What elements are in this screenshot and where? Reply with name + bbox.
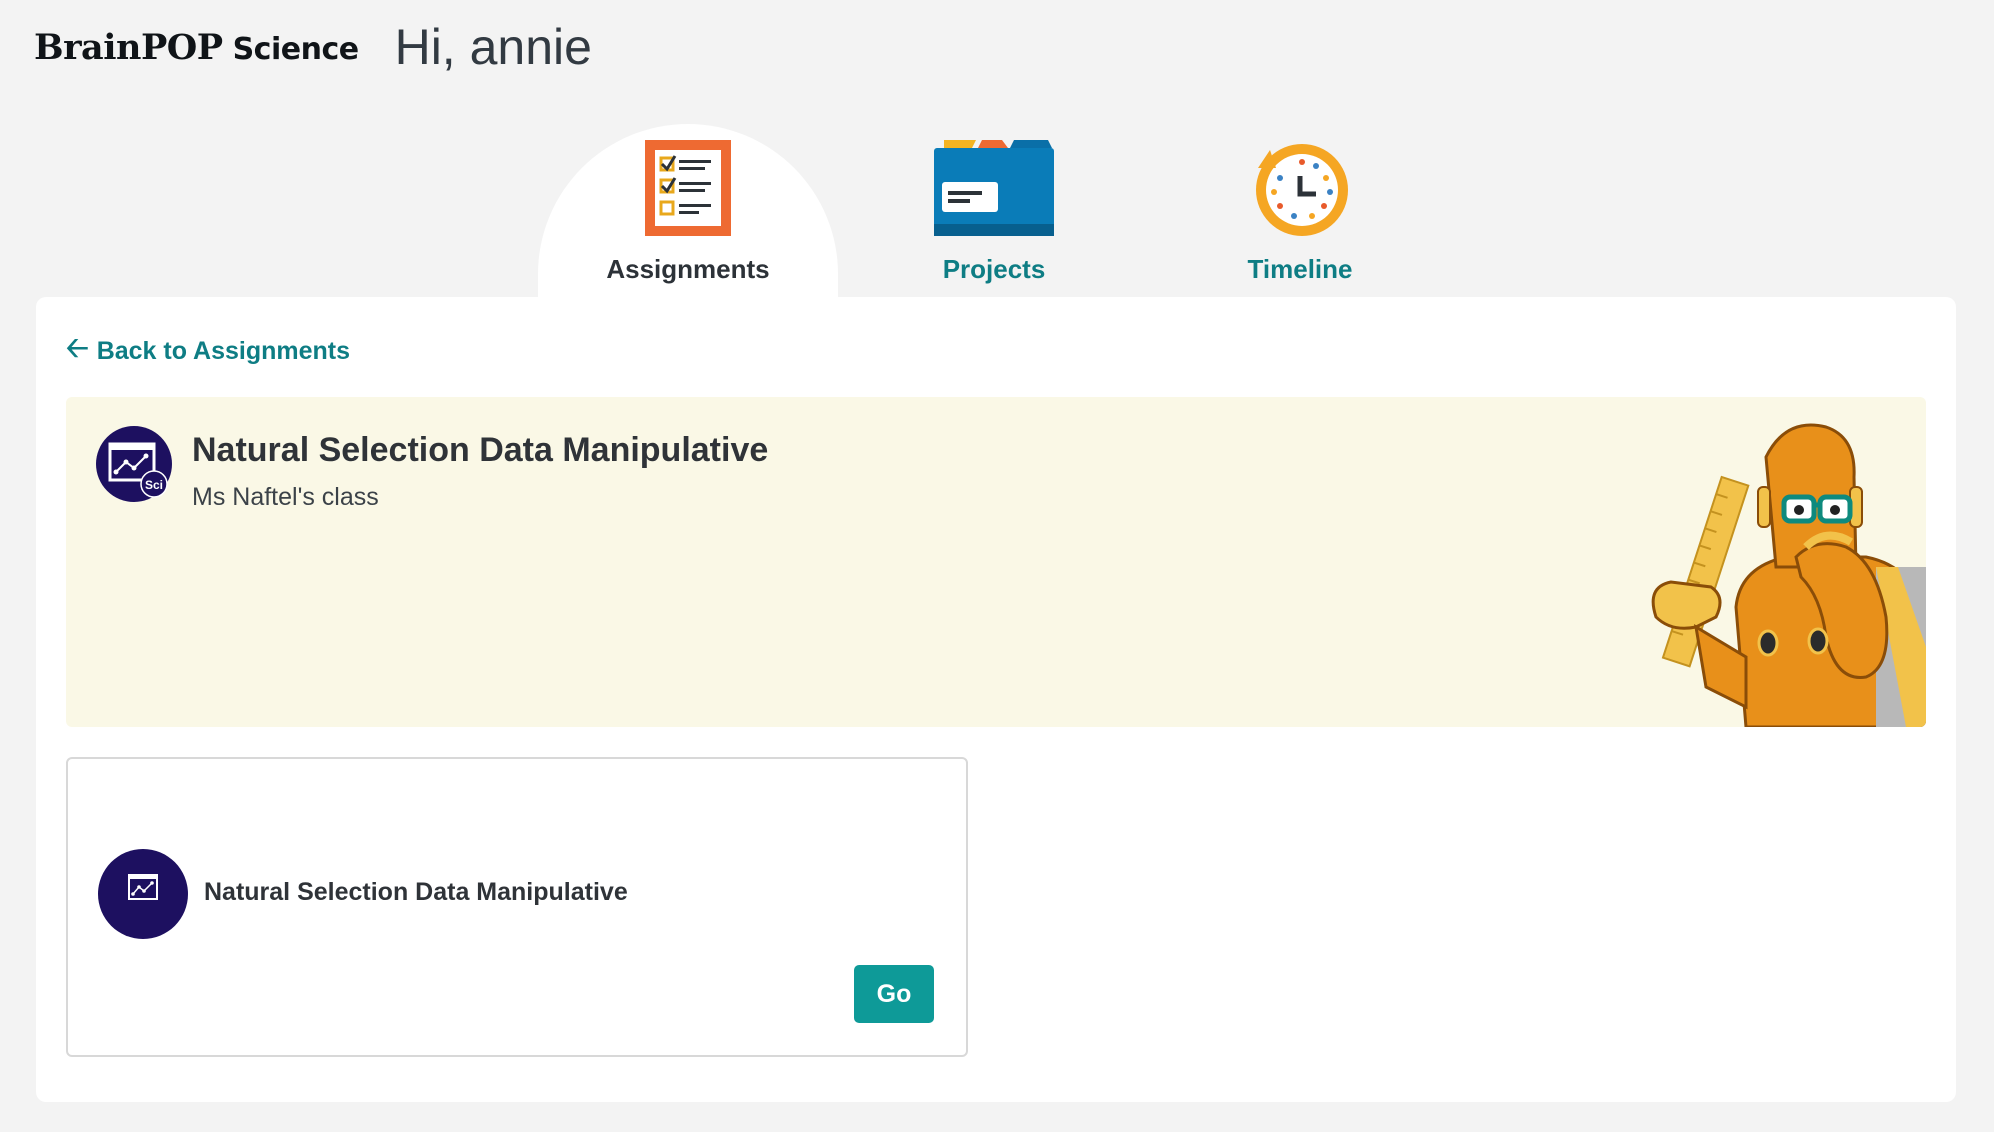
tab-label-timeline: Timeline <box>1247 254 1353 284</box>
tab-assignments[interactable]: Assignments <box>538 124 838 298</box>
back-to-assignments-link[interactable]: 🡠 Back to Assignments <box>66 327 350 375</box>
assignments-checklist-icon <box>645 140 731 236</box>
timeline-clock-icon <box>1256 144 1348 236</box>
sci-badge-label: Sci <box>145 478 163 492</box>
assignment-banner: Sci Natural Selection Data Manipulative … <box>66 397 1926 727</box>
class-name: Ms Naftel's class <box>192 483 379 511</box>
logo-product: Science <box>232 31 360 67</box>
tab-label-projects: Projects <box>942 254 1046 284</box>
back-link-label: Back to Assignments <box>96 336 350 365</box>
tab-timeline[interactable]: Timeline <box>1150 124 1450 298</box>
tab-label-assignments: Assignments <box>606 254 770 284</box>
go-button[interactable]: Go <box>854 965 934 1023</box>
activity-title: Natural Selection Data Manipulative <box>204 878 628 906</box>
brainpop-science-logo[interactable]: BrainPOP Science <box>34 27 359 68</box>
moby-robot-mascot-image <box>1651 423 1926 727</box>
arrow-left-icon: 🡠 <box>66 332 89 363</box>
logo-brand: BrainPOP <box>34 26 223 68</box>
data-manipulative-icon <box>98 849 188 939</box>
assignment-panel: 🡠 Back to Assignments Sci Natural Select… <box>36 297 1956 1102</box>
activity-card: Natural Selection Data Manipulative Go <box>66 757 968 1057</box>
data-manipulative-sci-icon: Sci <box>96 426 172 502</box>
section-tabs: Assignments Projects Timeline <box>538 124 1458 298</box>
app-header: BrainPOP Science Hi, annie <box>34 18 592 76</box>
tab-projects[interactable]: Projects <box>844 124 1144 298</box>
greeting-heading: Hi, annie <box>394 19 592 75</box>
assignment-title: Natural Selection Data Manipulative <box>192 431 769 469</box>
projects-folder-icon <box>934 140 1054 236</box>
